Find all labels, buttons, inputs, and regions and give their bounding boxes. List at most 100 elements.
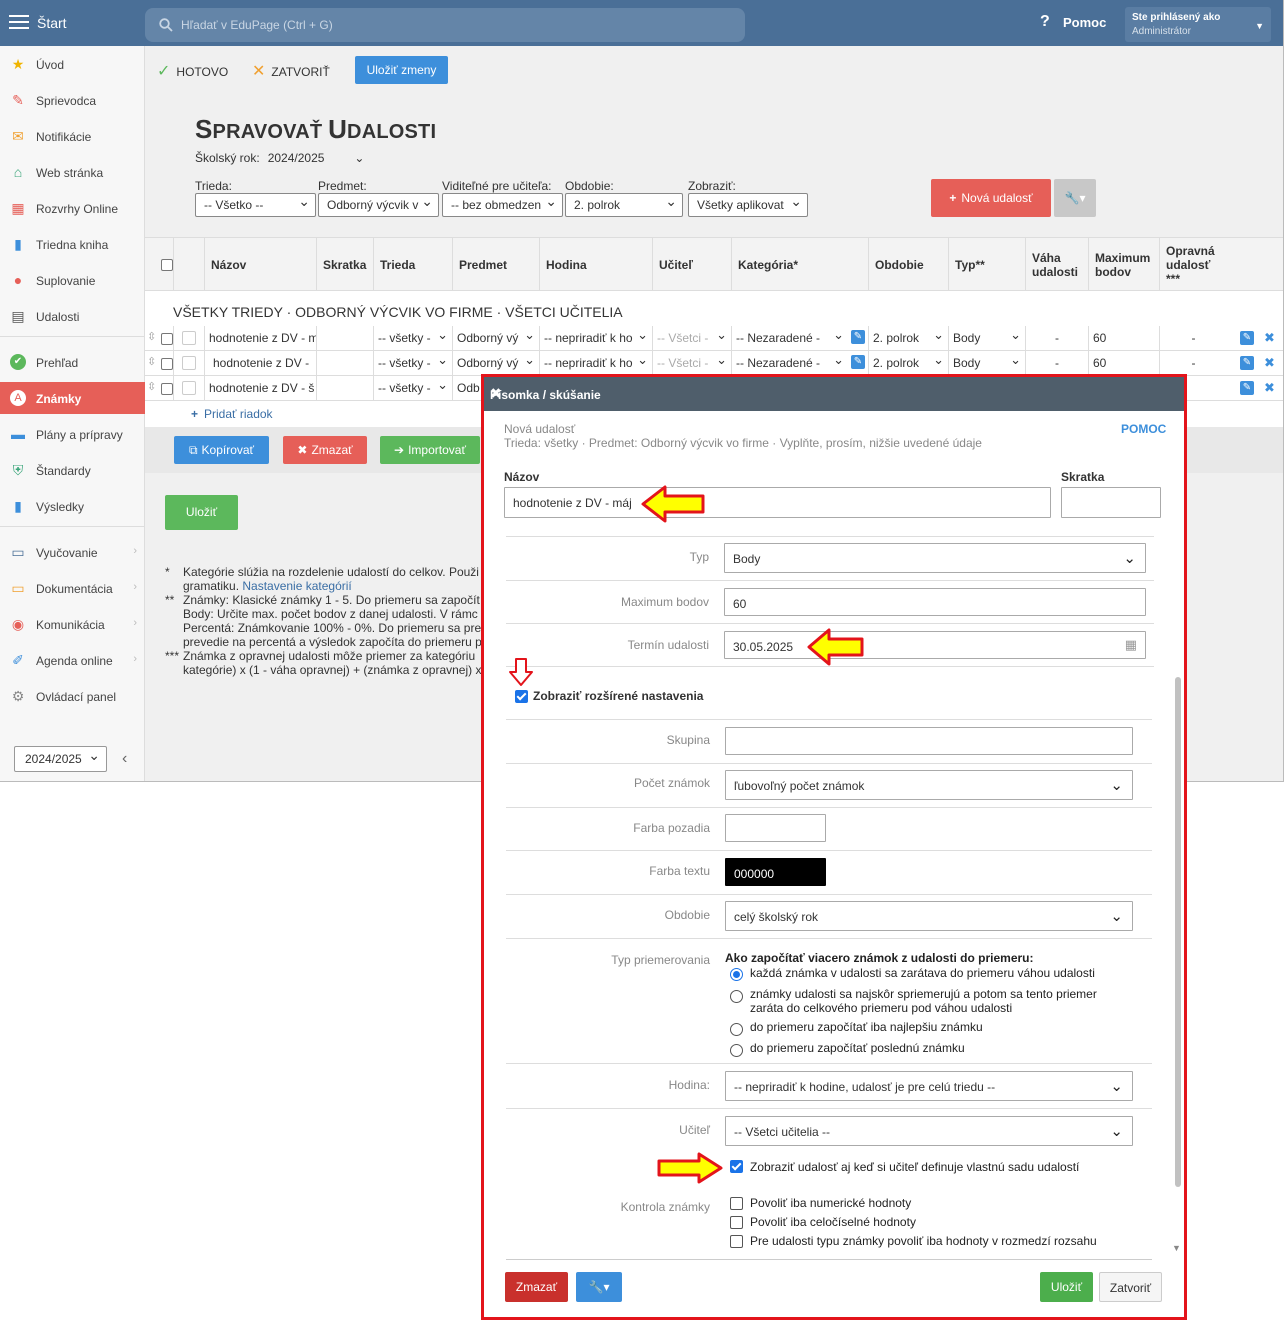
drag-handle-icon[interactable]: ⇳ (145, 326, 159, 350)
color-swatch[interactable] (182, 355, 196, 370)
header-cell[interactable]: Maximum bodov (1088, 238, 1159, 291)
delete-row-icon[interactable]: ✖ (1264, 380, 1275, 396)
range-only-checkbox[interactable] (730, 1235, 743, 1248)
text-color-input[interactable]: 000000 (725, 858, 826, 886)
filter-select[interactable]: Odborný výcvik v (318, 193, 439, 217)
dialog-close-button[interactable]: Zatvoriť (1099, 1272, 1162, 1302)
filter-select[interactable]: Všetky aplikovat (688, 193, 808, 217)
row-category-select[interactable]: -- Nezaradené - ⌄ ✎ (731, 326, 868, 350)
calendar-icon[interactable]: ▦ (1125, 637, 1137, 653)
sidebar-item-komunikácia[interactable]: ◉ Komunikácia › (0, 608, 145, 640)
header-cell[interactable]: Kategória* (731, 238, 868, 291)
sidebar-item-dokumentácia[interactable]: ▭ Dokumentácia › (0, 572, 145, 604)
row-weight[interactable]: - (1025, 326, 1088, 350)
delete-row-icon[interactable]: ✖ (1264, 355, 1275, 371)
sidebar-item-výsledky[interactable]: ▮ Výsledky (0, 490, 145, 522)
sidebar-item-známky[interactable]: A Známky (0, 382, 145, 414)
header-cell[interactable]: Skratka (316, 238, 373, 291)
header-cell[interactable]: Opravná udalosť *** (1159, 238, 1227, 291)
sidebar-item-notifikácie[interactable]: ✉ Notifikácie (0, 120, 145, 152)
sidebar-item-úvod[interactable]: ★ Úvod (0, 48, 145, 80)
group-input[interactable] (725, 727, 1133, 755)
row-short[interactable] (316, 376, 373, 400)
row-short[interactable] (316, 326, 373, 350)
row-class-select[interactable]: -- všetky - (373, 326, 452, 350)
dialog-delete-button[interactable]: Zmazať (505, 1272, 568, 1302)
row-name[interactable]: hodnotenie z DV - (204, 351, 316, 375)
term-date-input[interactable]: 30.05.2025 ▦ (724, 631, 1146, 659)
year-select[interactable]: 2024/2025 (14, 746, 107, 772)
category-settings-link[interactable]: Nastavenie kategórií (242, 579, 351, 593)
help-link[interactable]: POMOC (1121, 422, 1166, 436)
filter-select[interactable]: -- Všetko -- (195, 193, 316, 217)
dialog-scrollbar[interactable] (1175, 677, 1181, 1187)
row-category-select[interactable]: -- Nezaradené - ⌄ ✎ (731, 351, 868, 375)
averaging-radio-3[interactable] (730, 1023, 743, 1036)
save-changes-button[interactable]: Uložiť zmeny (355, 56, 448, 84)
row-period-select[interactable]: 2. polrok (868, 351, 948, 375)
header-cell[interactable]: Obdobie (868, 238, 948, 291)
sidebar-item-ovládací-panel[interactable]: ⚙ Ovládací panel (0, 680, 145, 712)
row-teacher-select[interactable]: -- Všetci - (652, 326, 731, 350)
help-icon[interactable]: ? (1040, 13, 1050, 31)
tools-button[interactable]: 🔧▾ (1054, 179, 1096, 217)
new-event-button[interactable]: + Nová udalosť (931, 179, 1051, 217)
numeric-only-checkbox[interactable] (730, 1197, 743, 1210)
edit-icon[interactable]: ✎ (851, 355, 865, 369)
row-type-select[interactable]: Body (948, 326, 1025, 350)
row-weight[interactable]: - (1025, 351, 1088, 375)
header-cell[interactable]: Váha udalosti (1025, 238, 1088, 291)
delete-row-icon[interactable]: ✖ (1264, 330, 1275, 346)
sidebar-item-plány-a-prípravy[interactable]: ▬ Plány a prípravy (0, 418, 145, 450)
header-cell[interactable]: Učiteľ (652, 238, 731, 291)
header-cell[interactable]: Trieda (373, 238, 452, 291)
row-checkbox[interactable] (161, 357, 173, 370)
copy-button[interactable]: ⧉ Kopírovať (174, 436, 269, 464)
color-swatch[interactable] (182, 330, 196, 345)
max-points-input[interactable]: 60 (724, 588, 1146, 616)
menu-icon[interactable] (9, 15, 29, 29)
row-retake[interactable]: - (1159, 351, 1227, 375)
sidebar-item-triedna-kniha[interactable]: ▮ Triedna kniha (0, 228, 145, 260)
teacher-select[interactable]: -- Všetci učitelia -- (725, 1116, 1133, 1146)
drag-handle-icon[interactable]: ⇳ (145, 351, 159, 375)
sidebar-item-sprievodca[interactable]: ✎ Sprievodca (0, 84, 145, 116)
row-max-points[interactable]: 60 (1088, 351, 1159, 375)
row-checkbox[interactable] (161, 382, 173, 395)
averaging-radio-1[interactable] (730, 968, 743, 981)
name-input[interactable]: hodnotenie z DV - máj (504, 487, 1051, 518)
sidebar-item-udalosti[interactable]: ▤ Udalosti (0, 300, 145, 332)
row-checkbox[interactable] (161, 332, 173, 345)
edit-icon[interactable]: ✎ (1240, 331, 1254, 345)
row-lesson-select[interactable]: -- nepriradiť k ho (539, 326, 652, 350)
row-name[interactable]: hodnotenie z DV - m (204, 326, 316, 350)
period-select[interactable]: celý školský rok (725, 901, 1133, 931)
short-input[interactable] (1061, 487, 1161, 518)
header-cell[interactable]: Typ** (948, 238, 1025, 291)
scroll-down-icon[interactable]: ▼ (1172, 1243, 1181, 1253)
row-teacher-select[interactable]: -- Všetci - (652, 351, 731, 375)
edit-icon[interactable]: ✎ (1240, 381, 1254, 395)
header-cell[interactable]: Názov (204, 238, 316, 291)
lesson-select[interactable]: -- nepriradiť k hodine, udalosť je pre c… (725, 1071, 1133, 1101)
grade-count-select[interactable]: ľubovoľný počet známok (725, 770, 1133, 800)
averaging-radio-2[interactable] (730, 990, 743, 1003)
dialog-save-button[interactable]: Uložiť (1040, 1272, 1093, 1302)
collapse-sidebar-icon[interactable]: ‹ (122, 750, 127, 768)
filter-select[interactable]: 2. polrok (565, 193, 683, 217)
advanced-settings-checkbox[interactable] (515, 690, 528, 703)
import-button[interactable]: ➔ Importovať (380, 436, 480, 464)
done-button[interactable]: ✓ HOTOVO (157, 61, 228, 81)
row-class-select[interactable]: -- všetky - (373, 351, 452, 375)
header-cell[interactable]: Predmet (452, 238, 539, 291)
bg-color-input[interactable] (725, 814, 826, 842)
row-max-points[interactable]: 60 (1088, 326, 1159, 350)
select-all-checkbox[interactable] (161, 258, 173, 271)
show-event-checkbox[interactable] (730, 1160, 743, 1173)
close-icon[interactable]: ✖ (490, 385, 1176, 402)
save-button[interactable]: Uložiť (165, 495, 238, 530)
user-menu[interactable]: Ste prihlásený ako Administrátor ▼ (1125, 7, 1271, 42)
sidebar-item-vyučovanie[interactable]: ▭ Vyučovanie › (0, 536, 145, 568)
start-link[interactable]: Štart (37, 15, 67, 31)
row-type-select[interactable]: Body (948, 351, 1025, 375)
